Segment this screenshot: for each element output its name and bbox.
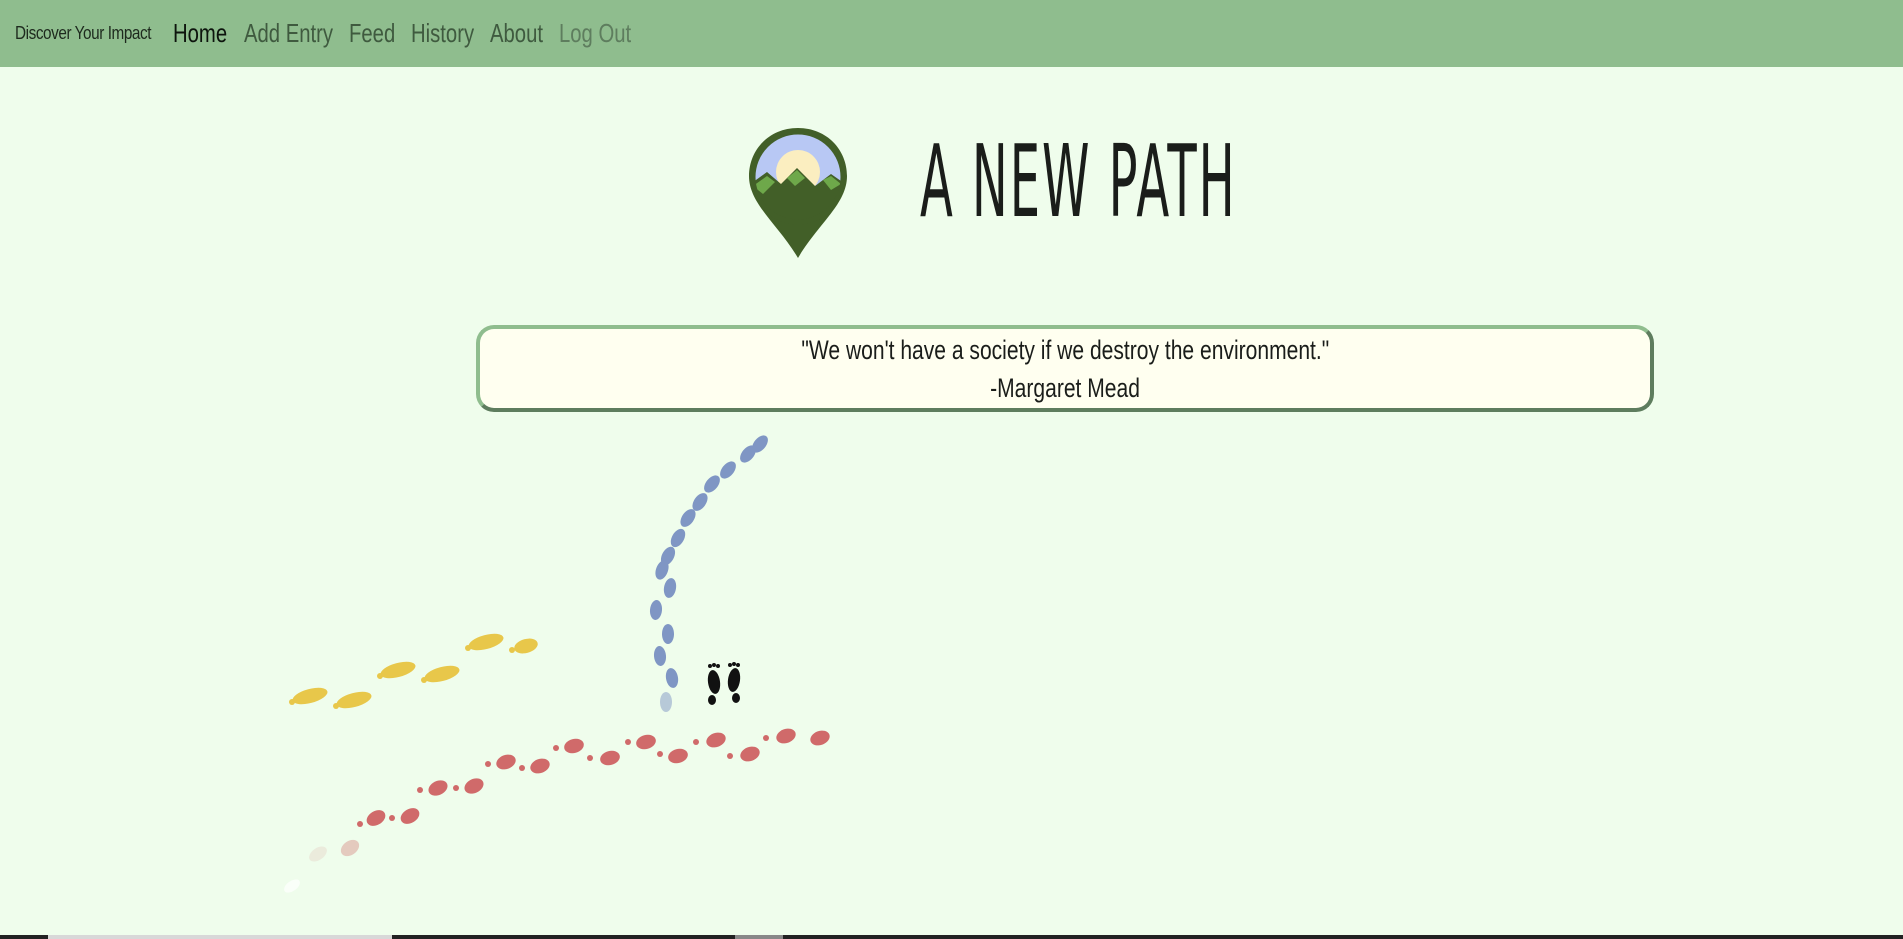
top-navbar: Discover Your Impact Home Add Entry Feed… <box>0 0 1903 67</box>
nav-link-about[interactable]: About <box>490 18 543 49</box>
quote-text: "We won't have a society if we destroy t… <box>801 335 1329 365</box>
nav-link-logout[interactable]: Log Out <box>559 18 631 49</box>
footprints-icon <box>707 662 741 705</box>
nav-link-home[interactable]: Home <box>173 18 227 49</box>
logo-pin-icon <box>745 124 851 260</box>
nav-links: Home Add Entry Feed History About Log Ou… <box>157 18 631 49</box>
nav-link-history[interactable]: History <box>411 18 474 49</box>
page-title: A NEW PATH <box>920 123 1237 240</box>
footprint-trails <box>0 420 900 905</box>
navbar-brand[interactable]: Discover Your Impact <box>15 23 151 44</box>
red-footprint-trail <box>284 728 830 893</box>
blue-footprint-trail <box>649 435 768 712</box>
scrollbar-thumb[interactable] <box>48 935 392 939</box>
scrollbar-segment <box>735 935 783 939</box>
yellow-footprint-trail <box>289 633 538 709</box>
quote-box: "We won't have a society if we destroy t… <box>476 325 1654 412</box>
nav-link-add-entry[interactable]: Add Entry <box>244 18 333 49</box>
bottom-scrollbar[interactable] <box>0 935 1903 939</box>
nav-link-feed[interactable]: Feed <box>349 18 395 49</box>
quote-author: -Margaret Mead <box>990 373 1140 403</box>
